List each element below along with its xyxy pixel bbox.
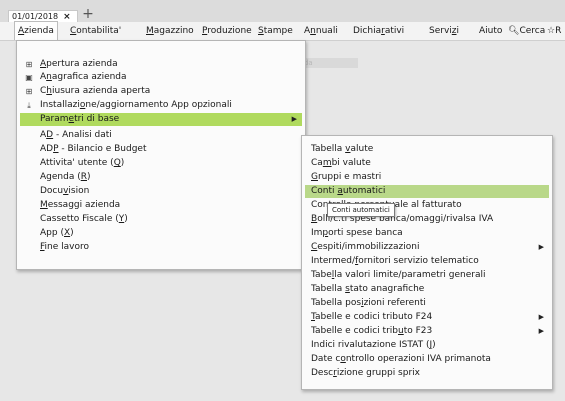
menu-item-ad-analisi[interactable]: AD - Analisi dati xyxy=(20,129,302,142)
menu-aiuto[interactable]: Aiuto xyxy=(476,22,505,40)
menu-item-messaggi-azienda[interactable]: Messaggi azienda xyxy=(20,199,302,212)
menu-contabilita[interactable]: Contabilita' xyxy=(67,22,124,40)
menu-servizi[interactable]: Servizi xyxy=(426,22,462,40)
menu-dichiarativi[interactable]: Dichiarativi xyxy=(350,22,407,40)
menu-stampe[interactable]: Stampe xyxy=(255,22,296,40)
submenu-item-tributo-f23[interactable]: Tabelle e codici tributo F23 ▶ xyxy=(305,325,549,338)
menu-cerca[interactable]: 🔍︎Cerca xyxy=(505,22,548,40)
tab-bar: 01/01/2018 × + xyxy=(0,0,565,23)
menu-favorites[interactable]: ☆R xyxy=(544,22,564,40)
submenu-arrow-icon: ▶ xyxy=(538,313,544,321)
window-icon: ⊞ xyxy=(25,87,33,96)
menu-item-app[interactable]: App (X) xyxy=(20,227,302,240)
tooltip: Conti automatici xyxy=(327,203,395,217)
menu-item-anagrafica-azienda[interactable]: ▣ Anagrafica azienda xyxy=(20,71,302,84)
menu-magazzino[interactable]: Magazzino xyxy=(143,22,197,40)
azienda-dropdown-menu: ⊞ Apertura azienda ▣ Anagrafica azienda … xyxy=(16,40,306,270)
submenu-item-conti-automatici[interactable]: Conti automatici xyxy=(305,185,549,198)
menu-item-agenda[interactable]: Agenda (R) xyxy=(20,171,302,184)
submenu-item-importi-spese[interactable]: Importi spese banca xyxy=(305,227,549,240)
submenu-item-gruppi-mastri[interactable]: Gruppi e mastri xyxy=(305,171,549,184)
card-icon: ▣ xyxy=(25,73,33,82)
submenu-arrow-icon: ▶ xyxy=(538,327,544,335)
menu-azienda[interactable]: Azienda xyxy=(14,21,58,40)
menu-bar: Azienda Contabilita' Magazzino Produzion… xyxy=(0,21,565,41)
background-field: ida xyxy=(298,58,358,68)
submenu-item-cambi-valute[interactable]: Cambi valute xyxy=(305,157,549,170)
submenu-item-cespiti[interactable]: Cespiti/immobilizzazioni ▶ xyxy=(305,241,549,254)
window-icon: ⊞ xyxy=(25,60,33,69)
parametri-submenu: Tabella valute Cambi valute Gruppi e mas… xyxy=(301,135,553,390)
submenu-arrow-icon: ▶ xyxy=(291,115,297,123)
submenu-item-valori-limite[interactable]: Tabella valori limite/parametri generali xyxy=(305,269,549,282)
submenu-item-tabella-valute[interactable]: Tabella valute xyxy=(305,143,549,156)
menu-item-parametri-di-base[interactable]: Parametri di base ▶ xyxy=(20,113,302,126)
submenu-item-descrizione-sprix[interactable]: Descrizione gruppi sprix xyxy=(305,367,549,380)
submenu-item-intermediari[interactable]: Intermed/fornitori servizio telematico xyxy=(305,255,549,268)
submenu-item-indici-istat[interactable]: Indici rivalutazione ISTAT (J) xyxy=(305,339,549,352)
menu-annuali[interactable]: Annuali xyxy=(301,22,341,40)
menu-produzione[interactable]: Produzione xyxy=(199,22,255,40)
submenu-item-posizioni-referenti[interactable]: Tabella posizioni referenti xyxy=(305,297,549,310)
menu-item-apertura-azienda[interactable]: ⊞ Apertura azienda xyxy=(20,58,302,71)
submenu-item-stato-anagrafiche[interactable]: Tabella stato anagrafiche xyxy=(305,283,549,296)
submenu-item-date-controllo[interactable]: Date controllo operazioni IVA primanota xyxy=(305,353,549,366)
menu-item-attivita-utente[interactable]: Attivita' utente (Q) xyxy=(20,157,302,170)
menu-item-cassetto-fiscale[interactable]: Cassetto Fiscale (Y) xyxy=(20,213,302,226)
search-icon: 🔍︎ xyxy=(508,26,520,36)
menu-item-docuvision[interactable]: Docuvision xyxy=(20,185,302,198)
star-icon: ☆ xyxy=(547,26,556,36)
menu-item-fine-lavoro[interactable]: Fine lavoro xyxy=(20,241,302,254)
menu-item-adp-bilancio[interactable]: ADP - Bilancio e Budget xyxy=(20,143,302,156)
menu-item-installazione[interactable]: ⤓ Installazione/aggiornamento App opzion… xyxy=(20,99,302,112)
submenu-item-tributo-f24[interactable]: Tabelle e codici tributo F24 ▶ xyxy=(305,311,549,324)
menu-item-chiusura-azienda[interactable]: ⊞ Chiusura azienda aperta xyxy=(20,85,302,98)
submenu-arrow-icon: ▶ xyxy=(538,243,544,251)
plus-icon[interactable]: + xyxy=(82,7,94,21)
download-icon: ⤓ xyxy=(27,101,31,110)
